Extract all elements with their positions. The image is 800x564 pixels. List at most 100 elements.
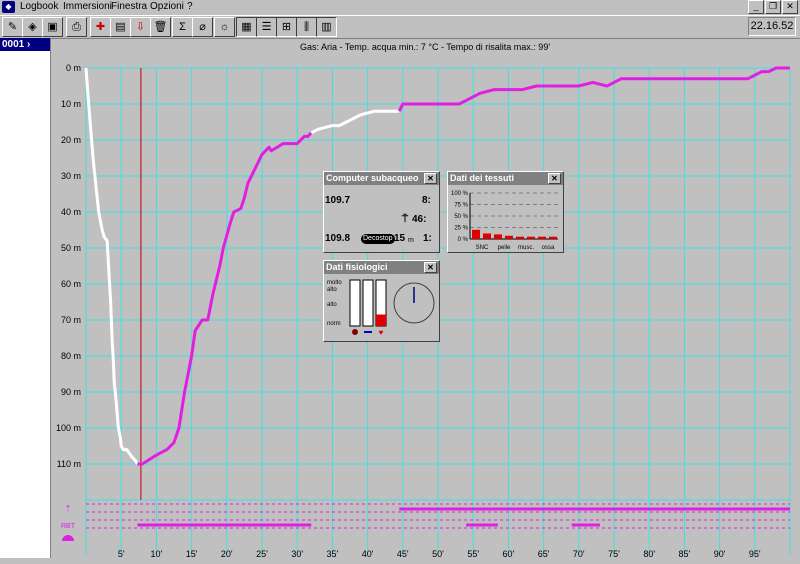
x-tick-label: 75' [608,549,620,559]
physio-bar-frame [349,279,361,327]
save-icon[interactable]: ▣ [42,17,63,37]
y-tick-label: 0 m [66,63,81,73]
decostop-badge: Decostop [361,234,395,244]
y-tick-label: 90 m [61,387,81,397]
tissue-bar [538,236,546,239]
y-tick-label: 50 m [61,243,81,253]
calc-icon[interactable]: ⌀ [192,17,213,37]
minimize-button[interactable]: _ [748,0,764,14]
x-tick-label: 25' [256,549,268,559]
tissue-bar [472,229,480,239]
computer-time-value: 8: [422,195,431,206]
toolbar: ✎ ◈ ▣ ⎙ ✚ ▤ ⇩ 🗑 Σ ⌀ ☼ ▦ ☰ ⊞ ⫼ ▥ [0,15,800,39]
close-button[interactable]: ✕ [782,0,798,14]
x-tick-label: 85' [679,549,691,559]
rbt-label: RBT [61,523,76,530]
chart-window-icon[interactable]: ▥ [316,17,337,37]
x-tick-label: 10' [151,549,163,559]
physio-bar-fill [376,314,386,326]
physio-window[interactable]: Dati fisiologici ✕ molto alto alto norm ♥ [323,260,440,342]
tissue-y-label: 50 % [454,214,468,220]
dive-list[interactable]: 0001 › [0,38,51,558]
x-tick-label: 60' [503,549,515,559]
physio-window-title[interactable]: Dati fisiologici ✕ [324,261,439,274]
restore-button[interactable]: ❐ [765,0,781,14]
menu-immersioni[interactable]: Immersioni [63,1,112,12]
erase-icon[interactable]: ◈ [22,17,43,37]
tissue-window-icon[interactable]: ⊞ [276,17,297,37]
clock: 22.16.52 [748,17,796,36]
print-icon[interactable]: ⎙ [66,17,87,37]
close-icon[interactable]: ✕ [424,262,437,273]
x-tick-label: 40' [362,549,374,559]
x-tick-label: 70' [573,549,585,559]
y-tick-label: 10 m [61,99,81,109]
tissue-window-title[interactable]: Dati dei tessuti ✕ [448,172,563,185]
x-tick-label: 5' [118,549,125,559]
computer-maxdepth-value: 109.8 [325,233,351,244]
y-tick-label: 80 m [61,351,81,361]
dive-list-item[interactable]: 0001 › [0,38,50,51]
deco-depth-value: 15 [394,233,406,244]
tissue-x-label: pelle [498,245,511,251]
computer-window-title[interactable]: Computer subacqueo ✕ [324,172,439,185]
y-tick-label: 30 m [61,171,81,181]
dive-number: 0001 [2,39,25,50]
y-tick-label: 20 m [61,135,81,145]
tissue-x-label: SNC [476,245,489,251]
heart-icon: ♥ [379,328,384,337]
dive-window-icon[interactable]: ▤ [110,17,131,37]
tissue-bar [505,235,513,239]
x-tick-label: 95' [749,549,761,559]
edit-icon[interactable]: ✎ [2,17,23,37]
menu-logbook[interactable]: Logbook [20,1,58,12]
tissue-bar [549,236,557,239]
tissue-x-label: ossa [542,245,555,251]
tissue-y-label: 25 % [454,226,468,232]
dive-info-line: Gas: Aria - Temp. acqua min.: 7 °C - Tem… [299,42,551,52]
y-tick-label: 70 m [61,315,81,325]
tissue-bar [483,233,491,239]
computer-depth-value: 109.7 [325,195,351,206]
x-tick-label: 30' [291,549,303,559]
computer-window-icon[interactable]: ▦ [236,17,257,37]
x-tick-label: 55' [467,549,479,559]
tissue-window[interactable]: Dati dei tessuti ✕ 100 % 75 % 50 % 25 % 0 % SN… [447,171,564,253]
close-icon[interactable]: ✕ [424,173,437,184]
tissue-bar [516,236,524,239]
tissue-chart: 100 % 75 % 50 % 25 % 0 % SNC pelle musc. ossa [451,191,558,251]
x-tick-label: 90' [714,549,726,559]
physio-gauges: ♥ [349,279,435,337]
deco-depth-unit: m [408,237,414,244]
menu-opzioni[interactable]: Opzioni [150,1,184,12]
deco-dome-icon [62,535,74,541]
menu-help[interactable]: ? [187,1,193,12]
import-icon[interactable]: ⇩ [130,17,151,37]
computer-window[interactable]: Computer subacqueo ✕ 109.7 8: ⍑ 46: 109.8… [323,171,440,253]
y-tick-label: 40 m [61,207,81,217]
menu-finestra[interactable]: Finestra [111,1,147,12]
tip-lightbulb-icon[interactable]: ☼ [214,17,235,37]
ascent-icon: ⍑ [402,214,408,225]
close-icon[interactable]: ✕ [548,173,561,184]
menu-bar: ◆ Logbook Immersioni Finestra Opzioni ? … [0,0,800,14]
computer-ascent-value: 46: [412,214,427,225]
delete-icon[interactable]: 🗑 [150,17,171,37]
y-tick-label: 110 m [57,459,81,469]
deco-time-value: 1: [423,233,432,244]
y-tick-label: 100 m [56,423,81,433]
ascent-arrow-icon: ⇡ [65,504,72,513]
sum-icon[interactable]: Σ [172,17,193,37]
tissue-y-label: 100 % [451,191,469,197]
list-window-icon[interactable]: ☰ [256,17,277,37]
tissue-y-label: 75 % [454,203,468,209]
tissue-y-label: 0 % [458,237,469,243]
tissue-x-label: musc. [518,245,534,251]
x-tick-label: 50' [432,549,444,559]
x-tick-label: 45' [397,549,409,559]
physio-window-icon[interactable]: ⫼ [296,17,317,37]
y-tick-label: 60 m [61,279,81,289]
app-icon[interactable]: ◆ [2,1,15,13]
new-dive-icon[interactable]: ✚ [90,17,111,37]
x-tick-label: 35' [327,549,339,559]
